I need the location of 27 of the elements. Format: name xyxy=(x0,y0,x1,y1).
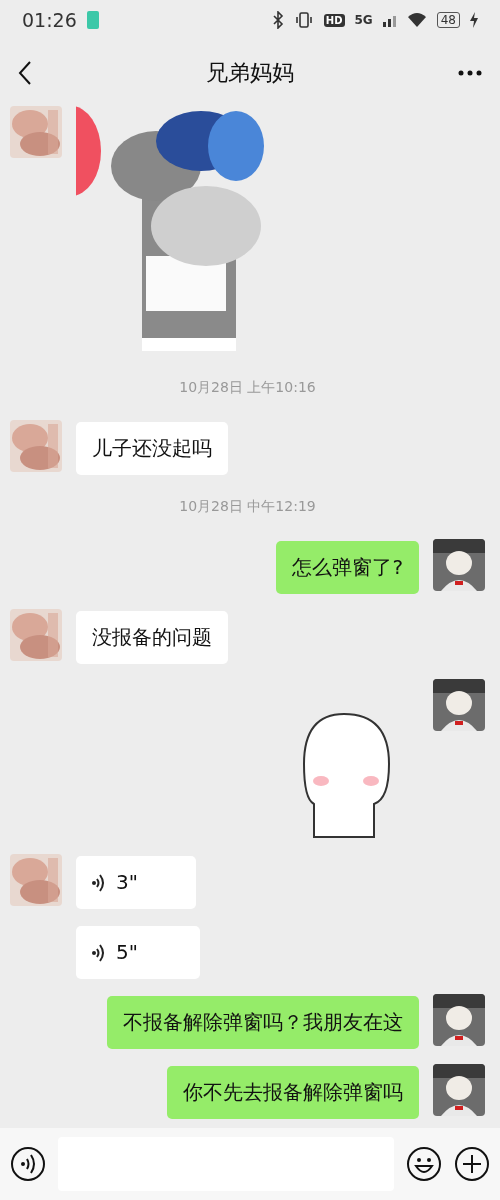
voice-input-icon[interactable] xyxy=(10,1146,46,1182)
voice-icon xyxy=(92,872,106,893)
status-time: 01:26 xyxy=(22,9,77,31)
notification-icon xyxy=(86,11,99,29)
battery-indicator: 48 xyxy=(436,12,460,28)
vibrate-icon xyxy=(293,11,314,29)
message-bubble[interactable]: 怎么弹窗了? xyxy=(276,541,419,594)
chat-title: 兄弟妈妈 xyxy=(205,59,295,87)
message-bubble[interactable]: 没报备的问题 xyxy=(76,611,228,664)
add-icon[interactable] xyxy=(454,1146,490,1182)
hd-indicator: HD xyxy=(323,13,345,27)
voice-message[interactable]: 3" xyxy=(76,856,196,909)
voice-message[interactable]: 5" xyxy=(76,926,200,979)
emoji-icon[interactable] xyxy=(406,1146,442,1182)
network-indicator: 5G xyxy=(354,13,373,27)
message-bubble[interactable]: 不报备解除弹窗吗？我朋友在这 xyxy=(107,996,419,1049)
wifi-icon xyxy=(406,12,427,28)
more-icon[interactable] xyxy=(458,70,482,76)
timestamp: 10月28日 上午10:16 xyxy=(179,378,316,397)
bluetooth-icon xyxy=(271,11,284,29)
timestamp: 10月28日 中午12:19 xyxy=(179,497,316,516)
message-bubble[interactable]: 儿子还没起吗 xyxy=(76,422,228,475)
charging-icon xyxy=(470,12,478,28)
back-icon[interactable] xyxy=(18,60,32,86)
signal-icon xyxy=(382,13,397,27)
voice-icon xyxy=(92,942,106,963)
message-bubble[interactable]: 你不先去报备解除弹窗吗 xyxy=(167,1066,419,1119)
